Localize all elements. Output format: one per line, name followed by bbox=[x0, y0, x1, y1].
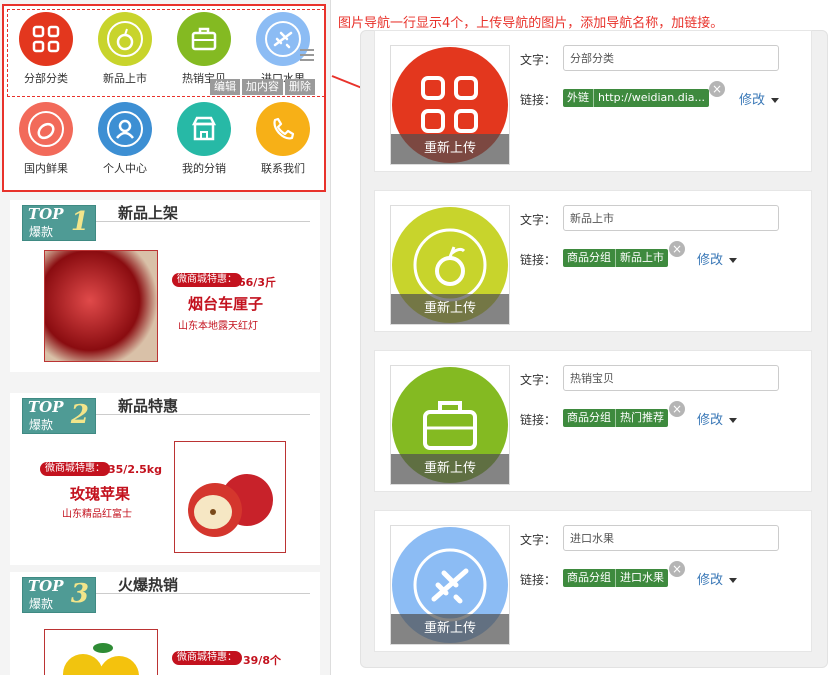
add-content-button[interactable]: 加内容 bbox=[242, 79, 283, 95]
promo-tag: 微商城特惠： bbox=[40, 462, 110, 476]
link-tag: 商品分组 热门推荐 bbox=[563, 409, 668, 427]
grid-icon bbox=[19, 12, 73, 66]
promo-price: 39/8个 bbox=[243, 654, 281, 667]
top-badge: TOP 1 爆款 bbox=[22, 205, 96, 241]
annotation-text: 图片导航一行显示4个，上传导航的图片，添加导航名称，加链接。 bbox=[338, 16, 724, 31]
link-tag: 商品分组 进口水果 bbox=[563, 569, 668, 587]
caret-down-icon bbox=[729, 418, 738, 423]
nav-edit-item: 重新上传 文字： 链接： 商品分组 新品上市 × 修改 bbox=[374, 190, 812, 332]
nav-text-input[interactable] bbox=[563, 45, 779, 71]
nav-label: 分部分类 bbox=[24, 72, 68, 85]
nav-image[interactable]: 重新上传 bbox=[390, 525, 510, 645]
product-name: 玫瑰苹果 bbox=[70, 485, 131, 503]
nav-label: 我的分销 bbox=[182, 162, 226, 175]
nav-edit-item: 重新上传 文字： 链接： 商品分组 热门推荐 × 修改 bbox=[374, 350, 812, 492]
product-subtitle: 山东本地露天红灯 bbox=[178, 321, 258, 332]
shop-icon bbox=[177, 102, 231, 156]
orange-photo bbox=[44, 629, 158, 675]
text-label: 文字： bbox=[520, 373, 557, 387]
melon-icon bbox=[19, 102, 73, 156]
nav-image[interactable]: 重新上传 bbox=[390, 365, 510, 485]
nav-image[interactable]: 重新上传 bbox=[390, 45, 510, 165]
link-value: 进口水果 bbox=[615, 569, 668, 587]
promo-price: 35/2.5kg bbox=[108, 463, 163, 476]
nav-text-input[interactable] bbox=[563, 205, 779, 231]
link-type: 商品分组 bbox=[567, 571, 611, 584]
link-value: 新品上市 bbox=[615, 249, 668, 267]
remove-link-icon[interactable]: × bbox=[669, 401, 685, 417]
nav-label: 联系我们 bbox=[261, 162, 305, 175]
edit-toolbar: 编辑 加内容 删除 bbox=[210, 79, 315, 95]
product-subtitle: 山东精品红富士 bbox=[62, 509, 132, 520]
caret-down-icon bbox=[729, 258, 738, 263]
nav-label: 国内鲜果 bbox=[24, 162, 68, 175]
reupload-button[interactable]: 重新上传 bbox=[391, 614, 509, 644]
top-badge: TOP 2 爆款 bbox=[22, 398, 96, 434]
product-card[interactable]: TOP 2 爆款 新品特惠 微商城特惠： 35/2.5kg 玫瑰苹果 山东精品红… bbox=[10, 393, 320, 565]
card-title: 新品特惠 bbox=[118, 397, 179, 415]
text-label: 文字： bbox=[520, 533, 557, 547]
promo-tag: 微商城特惠： bbox=[172, 651, 242, 665]
link-value: http://weidian.dia... bbox=[593, 89, 709, 107]
caret-down-icon bbox=[771, 98, 780, 103]
modify-link-dropdown[interactable]: 修改 bbox=[697, 249, 738, 268]
nav-edit-item: 重新上传 文字： 链接： 外链 http://weidian.dia... × … bbox=[374, 30, 812, 172]
user-icon bbox=[98, 102, 152, 156]
edit-button[interactable]: 编辑 bbox=[210, 79, 240, 95]
promo-tag: 微商城特惠： bbox=[172, 273, 242, 287]
phone-icon bbox=[256, 102, 310, 156]
nav-label: 个人中心 bbox=[103, 162, 147, 175]
text-label: 文字： bbox=[520, 213, 557, 227]
nav-image[interactable]: 重新上传 bbox=[390, 205, 510, 325]
remove-link-icon[interactable]: × bbox=[669, 241, 685, 257]
modify-link-dropdown[interactable]: 修改 bbox=[739, 89, 780, 108]
reupload-button[interactable]: 重新上传 bbox=[391, 454, 509, 484]
remove-link-icon[interactable]: × bbox=[709, 81, 725, 97]
drag-handle-icon[interactable] bbox=[300, 46, 314, 64]
product-name: 烟台车厘子 bbox=[188, 295, 264, 313]
nav-item-my-distribution[interactable]: 我的分销 bbox=[169, 102, 239, 176]
link-label: 链接： bbox=[520, 413, 557, 427]
briefcase-icon bbox=[177, 12, 231, 66]
link-label: 链接： bbox=[520, 93, 557, 107]
link-type: 商品分组 bbox=[567, 411, 611, 424]
caret-down-icon bbox=[729, 578, 738, 583]
apple-icon bbox=[98, 12, 152, 66]
reupload-button[interactable]: 重新上传 bbox=[391, 134, 509, 164]
nav-edit-item: 重新上传 文字： 链接： 商品分组 进口水果 × 修改 bbox=[374, 510, 812, 652]
product-card[interactable]: TOP 1 爆款 新品上架 微商城特惠： 66/3斤 烟台车厘子 山东本地露天红… bbox=[10, 200, 320, 372]
link-value: 热门推荐 bbox=[615, 409, 668, 427]
link-label: 链接： bbox=[520, 573, 557, 587]
modify-link-dropdown[interactable]: 修改 bbox=[697, 569, 738, 588]
cherry-photo bbox=[44, 250, 158, 362]
link-tag: 外链 http://weidian.dia... bbox=[563, 89, 710, 107]
phone-preview: 分部分类 新品上市 热销宝贝 进口水果 编辑 加内容 删除 国内鲜果 个人中心 … bbox=[0, 0, 331, 675]
link-tag: 商品分组 新品上市 bbox=[563, 249, 668, 267]
remove-link-icon[interactable]: × bbox=[669, 561, 685, 577]
nav-item-category[interactable]: 分部分类 bbox=[11, 12, 81, 86]
nav-item-domestic-fruit[interactable]: 国内鲜果 bbox=[11, 102, 81, 176]
text-label: 文字： bbox=[520, 53, 557, 67]
delete-button[interactable]: 删除 bbox=[285, 79, 315, 95]
nav-text-input[interactable] bbox=[563, 525, 779, 551]
image-nav-module[interactable]: 分部分类 新品上市 热销宝贝 进口水果 编辑 加内容 删除 国内鲜果 个人中心 … bbox=[2, 4, 326, 192]
reupload-button[interactable]: 重新上传 bbox=[391, 294, 509, 324]
link-type: 外链 bbox=[567, 91, 589, 104]
modify-link-dropdown[interactable]: 修改 bbox=[697, 409, 738, 428]
link-label: 链接： bbox=[520, 253, 557, 267]
nav-text-input[interactable] bbox=[563, 365, 779, 391]
nav-item-hot-sales[interactable]: 热销宝贝 bbox=[169, 12, 239, 86]
top-badge: TOP 3 爆款 bbox=[22, 577, 96, 613]
nav-item-contact-us[interactable]: 联系我们 bbox=[248, 102, 318, 176]
link-type: 商品分组 bbox=[567, 251, 611, 264]
card-title: 火爆热销 bbox=[118, 576, 179, 594]
product-card[interactable]: TOP 3 爆款 火爆热销 微商城特惠： 39/8个 bbox=[10, 572, 320, 675]
nav-item-personal-center[interactable]: 个人中心 bbox=[90, 102, 160, 176]
nav-label: 新品上市 bbox=[103, 72, 147, 85]
nav-item-new-arrivals[interactable]: 新品上市 bbox=[90, 12, 160, 86]
promo-price: 66/3斤 bbox=[238, 276, 276, 289]
apple-photo bbox=[174, 441, 286, 553]
card-title: 新品上架 bbox=[118, 204, 179, 222]
